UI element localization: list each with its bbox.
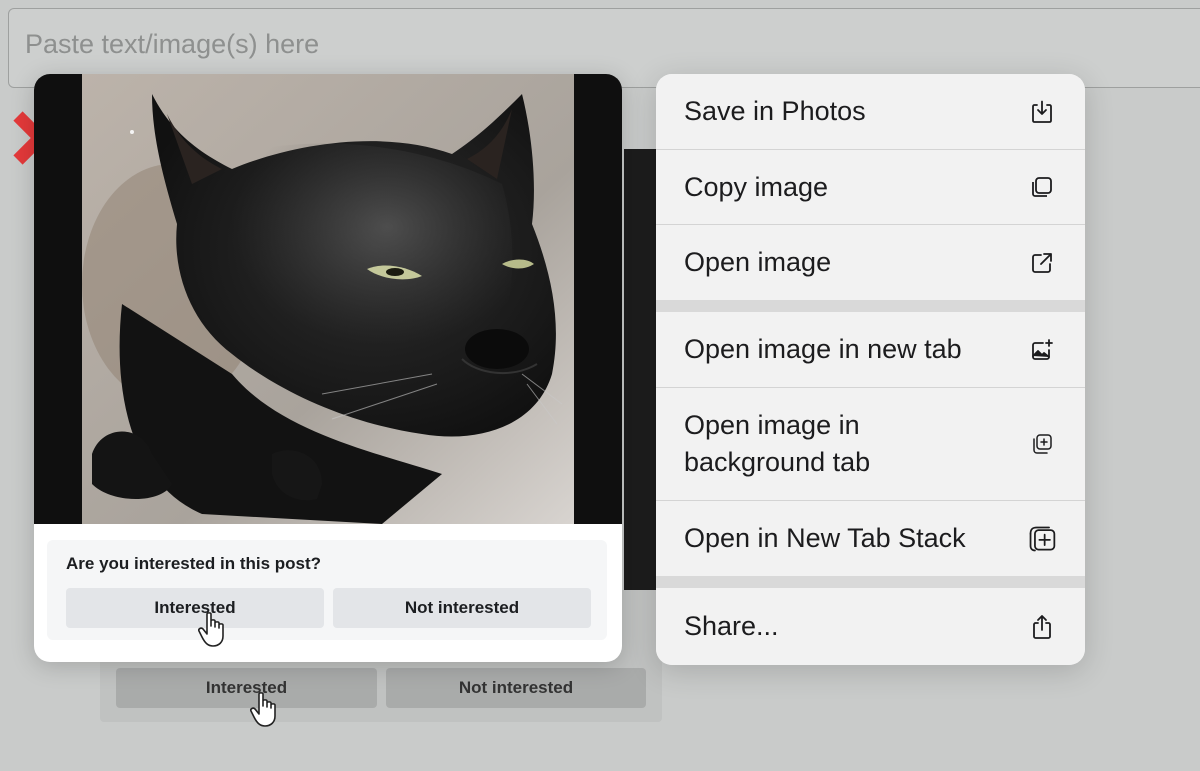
post-image — [34, 74, 622, 524]
tab-stack-icon — [1027, 524, 1057, 554]
menu-item-open-image[interactable]: Open image — [656, 225, 1085, 300]
menu-item-save-in-photos[interactable]: Save in Photos — [656, 74, 1085, 150]
hand-cursor-icon — [250, 692, 280, 728]
image-preview-card: Are you interested in this post? Interes… — [34, 74, 622, 662]
image-add-icon — [1027, 335, 1057, 365]
background-photo — [624, 149, 656, 602]
external-link-icon — [1027, 248, 1057, 278]
interested-button[interactable]: Interested — [66, 588, 324, 628]
menu-item-label: Share... — [684, 611, 779, 641]
add-tab-icon — [1027, 429, 1057, 459]
menu-separator — [656, 300, 1085, 312]
not-interested-button[interactable]: Not interested — [333, 588, 591, 628]
save-to-photos-icon — [1027, 97, 1057, 127]
menu-item-copy-image[interactable]: Copy image — [656, 150, 1085, 225]
share-icon — [1027, 612, 1057, 642]
menu-item-open-in-background-tab[interactable]: Open image in background tab — [656, 388, 1085, 501]
menu-item-label: Open image in background tab — [684, 410, 871, 477]
poll-question: Are you interested in this post? — [66, 554, 322, 573]
menu-group-share: Share... — [656, 588, 1085, 665]
menu-item-label: Copy image — [684, 171, 829, 202]
background-interested-button: Interested — [116, 668, 377, 708]
menu-item-label: Open in New Tab Stack — [684, 523, 966, 553]
menu-group-primary: Save in Photos Copy image Open image — [656, 74, 1085, 300]
hand-cursor-icon — [198, 612, 228, 648]
cat-photo — [82, 74, 574, 524]
menu-item-label: Save in Photos — [684, 96, 866, 126]
menu-item-share[interactable]: Share... — [656, 588, 1085, 665]
menu-separator — [656, 576, 1085, 588]
background-not-interested-button: Not interested — [386, 668, 646, 708]
interest-poll: Are you interested in this post? Interes… — [47, 540, 607, 640]
menu-item-label: Open image in new tab — [684, 334, 962, 364]
copy-icon — [1027, 172, 1057, 202]
image-context-menu: Save in Photos Copy image Open image Ope… — [656, 74, 1085, 665]
menu-group-tabs: Open image in new tab Open image in back… — [656, 312, 1085, 576]
menu-item-label: Open image — [684, 247, 832, 277]
menu-item-open-in-new-tab[interactable]: Open image in new tab — [656, 312, 1085, 388]
menu-item-open-in-new-tab-stack[interactable]: Open in New Tab Stack — [656, 501, 1085, 576]
